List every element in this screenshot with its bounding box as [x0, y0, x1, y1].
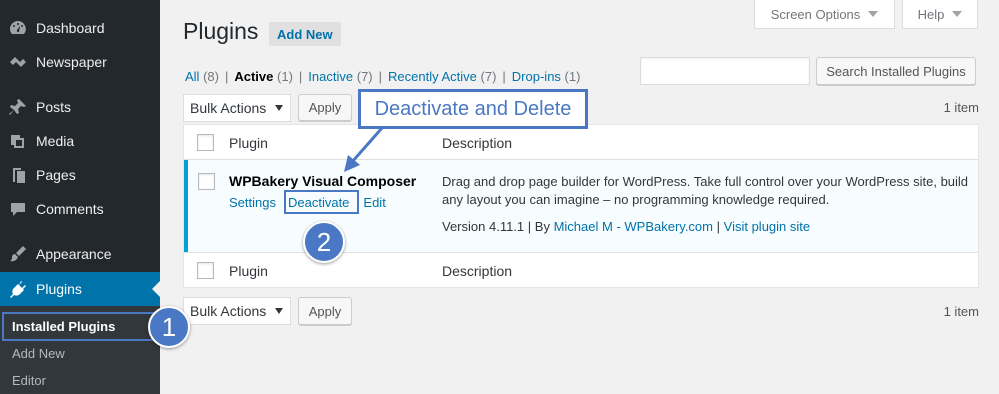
dashboard-icon — [0, 18, 36, 38]
select-all-checkbox-footer[interactable] — [197, 262, 214, 279]
screen-options-label: Screen Options — [770, 6, 861, 22]
items-count-bottom: 1 item — [943, 304, 979, 319]
plugin-status-filters: All (8) | Active (1) | Inactive (7) | Re… — [185, 69, 580, 84]
author-link[interactable]: Michael M - WPBakery.com — [554, 219, 713, 234]
select-all-checkbox[interactable] — [197, 134, 214, 151]
dropdown-arrow-icon — [275, 308, 283, 314]
plugin-meta: Version 4.11.1 | By Michael M - WPBakery… — [442, 219, 810, 234]
row-checkbox[interactable] — [198, 173, 215, 190]
filter-inactive[interactable]: Inactive (7) — [308, 69, 372, 84]
separator: | — [224, 69, 229, 84]
bulk-actions-select-bottom[interactable]: Bulk Actions — [183, 297, 291, 325]
plug-icon — [0, 279, 36, 299]
plugin-description: Drag and drop page builder for WordPress… — [442, 174, 969, 207]
separator: | — [378, 69, 383, 84]
filter-active[interactable]: Active (1) — [234, 69, 293, 84]
filter-label: All — [185, 69, 200, 84]
filter-count: (1) — [277, 69, 293, 84]
brush-icon — [0, 244, 36, 264]
caret-down-icon — [868, 11, 879, 17]
menu-posts[interactable]: Posts — [0, 90, 160, 124]
plugin-version: Version 4.11.1 — [442, 219, 525, 234]
filter-label: Drop-ins — [511, 69, 561, 84]
menu-dashboard[interactable]: Dashboard — [0, 11, 160, 45]
separator: | — [502, 69, 506, 84]
menu-appearance[interactable]: Appearance — [0, 237, 160, 271]
pages-icon — [0, 165, 36, 185]
search-plugins-input[interactable] — [640, 57, 810, 85]
items-count-top: 1 item — [943, 100, 979, 115]
dropdown-arrow-icon — [275, 105, 283, 111]
step-2-badge: 2 — [303, 221, 345, 263]
filter-recently-active[interactable]: Recently Active (7) — [388, 69, 496, 84]
screen-options-button[interactable]: Screen Options — [754, 0, 895, 29]
menu-label: Pages — [36, 167, 76, 183]
filter-label: Recently Active — [388, 69, 477, 84]
menu-label: Posts — [36, 99, 72, 115]
separator: | — [298, 69, 303, 84]
help-button[interactable]: Help — [902, 0, 978, 29]
caret-down-icon — [952, 11, 963, 17]
filter-label: Inactive — [308, 69, 354, 84]
menu-plugins[interactable]: Plugins — [0, 272, 160, 306]
column-plugin[interactable]: Plugin — [229, 135, 268, 151]
page-title: Plugins — [183, 18, 259, 44]
deactivate-delete-callout: Deactivate and Delete — [358, 89, 588, 129]
table-header: Plugin Description — [184, 125, 978, 160]
comments-icon — [0, 199, 36, 219]
menu-label: Dashboard — [36, 20, 105, 36]
deactivate-highlight — [284, 190, 359, 214]
help-label: Help — [917, 6, 945, 22]
column-plugin-footer[interactable]: Plugin — [229, 263, 268, 279]
separator: | — [527, 219, 532, 234]
menu-label: Comments — [36, 201, 104, 217]
settings-link[interactable]: Settings — [229, 195, 276, 210]
menu-comments[interactable]: Comments — [0, 192, 160, 226]
filter-label: Active — [234, 69, 274, 84]
submenu-add-new[interactable]: Add New — [12, 346, 65, 361]
search-plugins-button[interactable]: Search Installed Plugins — [816, 57, 976, 85]
menu-label: Appearance — [36, 246, 112, 262]
filter-drop-ins[interactable]: Drop-ins (1) — [512, 69, 581, 84]
menu-label: Newspaper — [36, 54, 107, 70]
filter-count: (7) — [480, 69, 497, 84]
table-footer: Plugin Description — [184, 252, 978, 288]
menu-media[interactable]: Media — [0, 124, 160, 158]
filter-count: (8) — [203, 69, 219, 84]
by-label: By — [534, 219, 550, 234]
bulk-actions-select-top[interactable]: Bulk Actions — [183, 94, 291, 122]
filter-count: (1) — [564, 69, 581, 84]
installed-plugins-highlight — [2, 312, 159, 341]
menu-pages[interactable]: Pages — [0, 158, 160, 192]
pin-icon — [0, 97, 36, 117]
visit-plugin-site-link[interactable]: Visit plugin site — [724, 219, 810, 234]
media-icon — [0, 131, 36, 151]
submenu-editor[interactable]: Editor — [12, 373, 46, 388]
admin-sidebar: Dashboard Newspaper Posts Media Pages Co… — [0, 0, 160, 394]
filter-all[interactable]: All (8) — [185, 69, 219, 84]
menu-label: Media — [36, 133, 75, 149]
step-1-badge: 1 — [148, 306, 190, 348]
callout-arrow — [344, 127, 384, 172]
column-description: Description — [442, 135, 513, 151]
column-description-footer: Description — [442, 263, 513, 279]
bulk-actions-value: Bulk Actions — [190, 303, 267, 319]
apply-button-top[interactable]: Apply — [298, 94, 352, 121]
menu-label: Plugins — [36, 281, 82, 297]
menu-newspaper[interactable]: Newspaper — [0, 45, 160, 79]
current-menu-arrow — [152, 281, 160, 297]
add-new-button[interactable]: Add New — [269, 22, 341, 46]
bulk-actions-value: Bulk Actions — [190, 100, 267, 116]
apply-button-bottom[interactable]: Apply — [298, 297, 352, 325]
separator: | — [716, 219, 721, 234]
newspaper-icon — [0, 52, 36, 72]
edit-link[interactable]: Edit — [363, 195, 385, 210]
filter-count: (7) — [356, 69, 373, 84]
